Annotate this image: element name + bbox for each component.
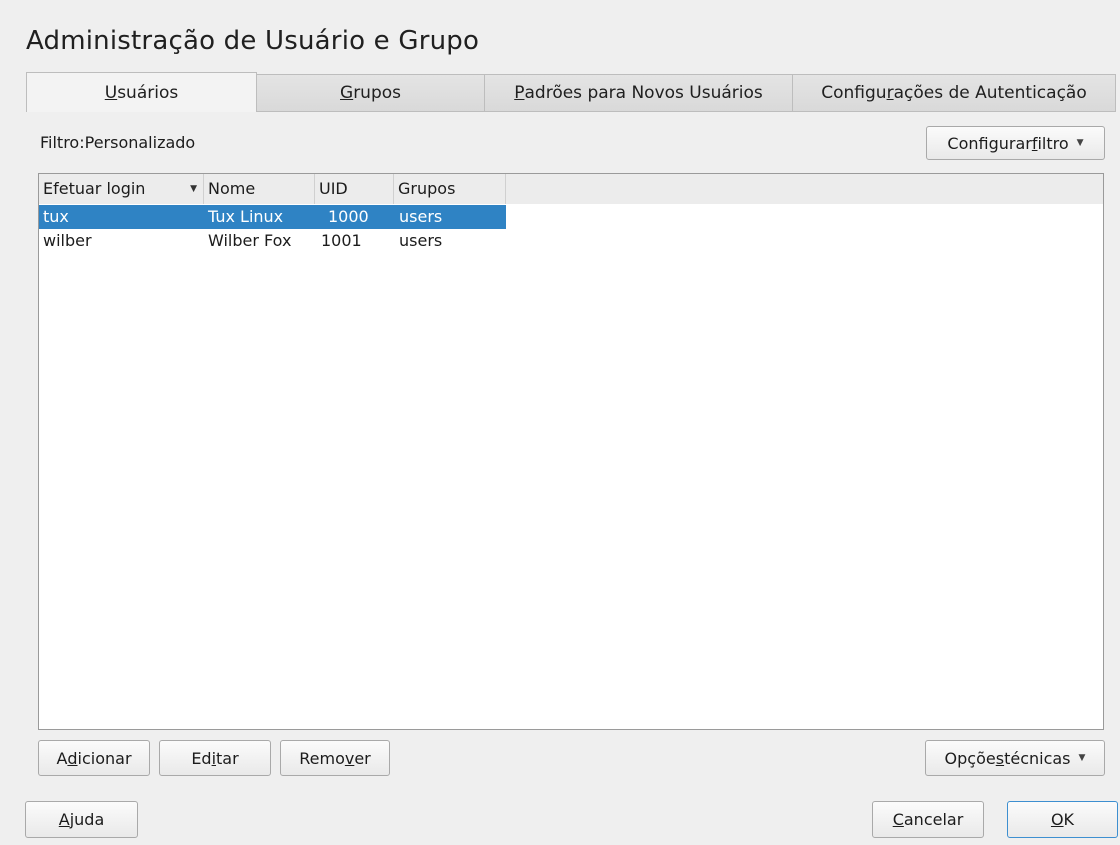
chevron-down-icon: ▼: [1076, 138, 1084, 148]
tab-users[interactable]: Usuários: [26, 72, 257, 112]
column-header-uid[interactable]: UID: [315, 174, 394, 204]
cell-name: Tux Linux: [208, 207, 284, 226]
dialog-title: Administração de Usuário e Grupo: [26, 26, 480, 56]
filter-label: Filtro:Personalizado: [40, 133, 196, 152]
remove-button[interactable]: Remo v er: [280, 740, 390, 776]
ok-button[interactable]: OK: [1007, 801, 1118, 838]
tab-authentication-settings[interactable]: Configu r ações de Autenticação: [793, 74, 1116, 112]
sort-descending-icon: ▼: [190, 184, 197, 194]
cell-login: tux: [43, 207, 69, 226]
chevron-down-icon: ▼: [1078, 753, 1086, 763]
add-button[interactable]: Ad icionar: [38, 740, 150, 776]
tab-bar: Usuários Grupos Padrões para Novos Usuár…: [26, 72, 1116, 112]
expert-options-button[interactable]: Opçõe s técnicas ▼: [925, 740, 1105, 776]
column-header-name[interactable]: Nome: [204, 174, 315, 204]
users-table[interactable]: Efetuar login ▼ Nome UID Grupos tux Tux …: [38, 173, 1104, 730]
table-row[interactable]: tux Tux Linux 1000 users: [39, 205, 506, 229]
cell-groups: users: [399, 207, 443, 226]
column-header-login[interactable]: Efetuar login ▼: [39, 174, 204, 204]
column-header-groups[interactable]: Grupos: [394, 174, 506, 204]
configure-filter-button[interactable]: Configurar f iltro ▼: [926, 126, 1105, 160]
cell-name: Wilber Fox: [208, 231, 292, 250]
tab-new-user-defaults[interactable]: Padrões para Novos Usuários: [485, 74, 793, 112]
cell-groups: users: [399, 231, 443, 250]
cancel-button[interactable]: Cancelar: [872, 801, 984, 838]
cell-login: wilber: [43, 231, 92, 250]
table-row[interactable]: wilber Wilber Fox 1001 users: [39, 229, 506, 253]
table-header: Efetuar login ▼ Nome UID Grupos: [39, 174, 1103, 204]
cell-uid: 1000: [328, 207, 369, 226]
edit-button[interactable]: Ed i tar: [159, 740, 271, 776]
cell-uid: 1001: [321, 231, 362, 250]
help-button[interactable]: Ajuda: [25, 801, 138, 838]
tab-groups[interactable]: Grupos: [257, 74, 485, 112]
